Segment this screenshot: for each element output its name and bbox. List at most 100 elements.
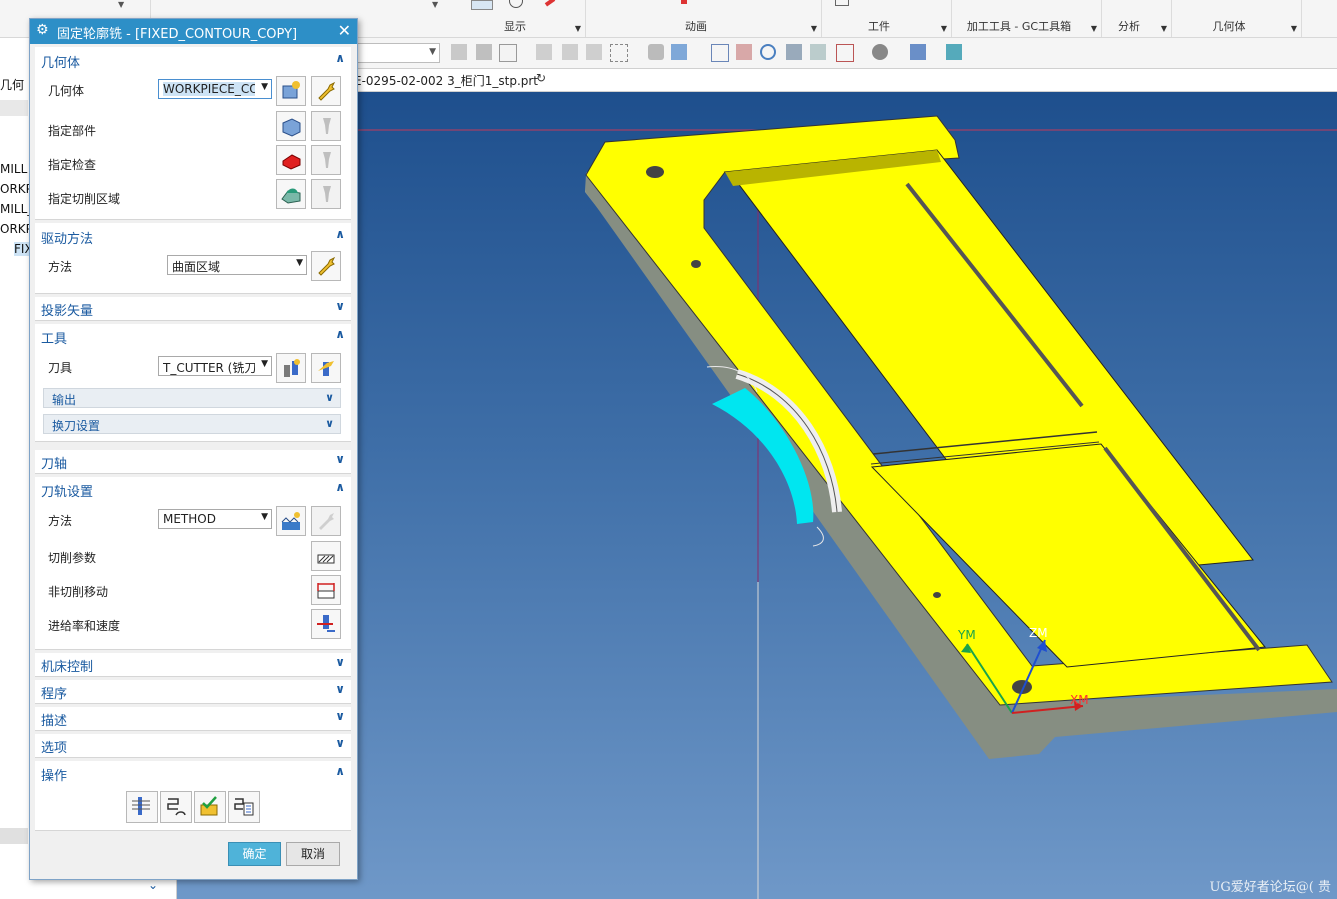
chevron-down-icon[interactable]: ∨ xyxy=(335,452,345,466)
rotate-icon[interactable] xyxy=(586,44,602,60)
section-header[interactable]: 刀轨设置 xyxy=(41,481,93,500)
cancel-button[interactable]: 取消 xyxy=(286,842,340,866)
chevron-down-icon[interactable]: ∨ xyxy=(325,417,334,430)
caret-icon[interactable]: ▼ xyxy=(1091,24,1097,33)
tool-select[interactable]: T_CUTTER (铣刀- ▼ xyxy=(158,356,272,376)
cube-icon[interactable] xyxy=(671,44,687,60)
ribbon-group-geometry[interactable]: 几何体 ▼ xyxy=(1171,0,1302,37)
subsection-tool-change[interactable]: 换刀设置 ∨ xyxy=(43,414,341,434)
caret-icon[interactable]: ▼ xyxy=(118,0,124,9)
new-geometry-button[interactable] xyxy=(276,76,306,106)
refresh-icon[interactable] xyxy=(760,44,776,60)
ribbon-group-gc-toolkit[interactable]: 加工工具 - GC工具箱 ▼ xyxy=(951,0,1102,37)
section-tool-axis[interactable]: 刀轴 ∨ xyxy=(35,450,351,474)
new-tool-button[interactable] xyxy=(276,353,306,383)
clock-icon[interactable] xyxy=(509,0,523,8)
chevron-down-icon[interactable]: ∨ xyxy=(325,391,334,404)
caret-icon[interactable]: ▼ xyxy=(811,24,817,33)
ribbon-group-analysis[interactable]: 分析 ▼ xyxy=(1101,0,1172,37)
chevron-down-icon[interactable]: ∨ xyxy=(335,299,345,313)
list-button[interactable] xyxy=(228,791,260,823)
view-cube-icon[interactable] xyxy=(910,44,926,60)
caret-icon[interactable]: ▼ xyxy=(432,0,438,9)
subsection-output[interactable]: 输出 ∨ xyxy=(43,388,341,408)
section-header[interactable]: 机床控制 xyxy=(41,656,93,675)
animation-icon[interactable] xyxy=(681,0,687,4)
show-cut-area-button[interactable] xyxy=(311,179,341,209)
feeds-speeds-button[interactable] xyxy=(311,609,341,639)
section-header[interactable]: 刀轴 xyxy=(41,453,67,472)
render-icon[interactable] xyxy=(872,44,888,60)
nav-scrollbar[interactable] xyxy=(0,828,28,844)
section-description[interactable]: 描述 ∨ xyxy=(35,707,351,731)
nav-row[interactable]: MILL xyxy=(0,162,27,176)
edit-method-button[interactable] xyxy=(311,506,341,536)
chevron-down-icon[interactable]: ⌄ xyxy=(148,878,158,892)
edit-geometry-button[interactable] xyxy=(311,76,341,106)
chevron-down-icon[interactable]: ∨ xyxy=(335,682,345,696)
snap-point-icon[interactable] xyxy=(476,44,492,60)
method-select[interactable]: METHOD ▼ xyxy=(158,509,272,529)
section-header[interactable]: 程序 xyxy=(41,683,67,702)
fit-icon[interactable] xyxy=(711,44,729,62)
chevron-up-icon[interactable]: ∧ xyxy=(335,227,345,241)
chevron-down-icon[interactable]: ∨ xyxy=(335,736,345,750)
selection-filter-dropdown[interactable]: ▼ xyxy=(350,43,440,63)
layer-icon[interactable] xyxy=(810,44,826,60)
chevron-up-icon[interactable]: ∧ xyxy=(335,480,345,494)
section-header[interactable]: 描述 xyxy=(41,710,67,729)
section-header[interactable]: 驱动方法 xyxy=(41,228,93,247)
grid-icon[interactable] xyxy=(836,44,854,62)
move-icon[interactable] xyxy=(536,44,552,60)
snap-icon[interactable] xyxy=(451,44,467,60)
caret-icon[interactable]: ▼ xyxy=(941,24,947,33)
section-header[interactable]: 选项 xyxy=(41,737,67,756)
cut-params-button[interactable] xyxy=(311,541,341,571)
box-select-icon[interactable] xyxy=(610,44,628,62)
specify-check-button[interactable] xyxy=(276,145,306,175)
show-part-button[interactable] xyxy=(311,111,341,141)
section-options[interactable]: 选项 ∨ xyxy=(35,734,351,758)
section-icon[interactable] xyxy=(946,44,962,60)
restore-icon[interactable]: ↻ xyxy=(536,71,546,85)
section-machine-control[interactable]: 机床控制 ∨ xyxy=(35,653,351,677)
chevron-down-icon[interactable]: ∨ xyxy=(335,709,345,723)
geometry-select[interactable]: WORKPIECE_CO ▼ xyxy=(158,79,272,99)
caret-icon[interactable]: ▼ xyxy=(1161,24,1167,33)
non-cut-moves-button[interactable] xyxy=(311,575,341,605)
ribbon-group-workpiece[interactable]: 工件 ▼ xyxy=(821,0,952,37)
edit-tool-button[interactable] xyxy=(311,353,341,383)
generate-button[interactable] xyxy=(126,791,158,823)
caret-icon[interactable]: ▼ xyxy=(575,24,581,33)
chevron-up-icon[interactable]: ∧ xyxy=(335,764,345,778)
chevron-up-icon[interactable]: ∧ xyxy=(335,327,345,341)
shaded-icon[interactable] xyxy=(648,44,664,60)
section-header[interactable]: 工具 xyxy=(41,328,67,347)
arrow-icon[interactable] xyxy=(544,0,556,7)
show-check-button[interactable] xyxy=(311,145,341,175)
replay-button[interactable] xyxy=(160,791,192,823)
verify-button[interactable] xyxy=(194,791,226,823)
section-header[interactable]: 几何体 xyxy=(41,52,80,71)
select-icon[interactable] xyxy=(499,44,517,62)
new-method-button[interactable] xyxy=(276,506,306,536)
dialog-title-bar[interactable]: ⚙ 固定轮廓铣 - [FIXED_CONTOUR_COPY] ✕ xyxy=(30,19,357,44)
transform-icon[interactable] xyxy=(562,44,578,60)
ok-button[interactable]: 确定 xyxy=(228,842,281,866)
section-header[interactable]: 操作 xyxy=(41,765,67,784)
drive-method-select[interactable]: 曲面区域 ▼ xyxy=(167,255,307,275)
specify-cut-area-button[interactable] xyxy=(276,179,306,209)
ribbon-group-animation[interactable]: 动画 ▼ xyxy=(585,0,822,37)
zoom-icon[interactable] xyxy=(736,44,752,60)
file-tab[interactable]: E-0295-02-002 3_柜门1_stp.prt xyxy=(354,72,538,89)
close-icon[interactable]: ✕ xyxy=(338,21,351,40)
workpiece-icon[interactable] xyxy=(835,0,849,6)
pan-icon[interactable] xyxy=(786,44,802,60)
display-icon[interactable] xyxy=(471,0,493,10)
section-header[interactable]: 投影矢量 xyxy=(41,300,93,319)
caret-icon[interactable]: ▼ xyxy=(1291,24,1297,33)
section-projection-vector[interactable]: 投影矢量 ∨ xyxy=(35,297,351,321)
ribbon-group-display[interactable]: 显示 ▼ xyxy=(459,0,586,37)
edit-drive-button[interactable] xyxy=(311,251,341,281)
specify-part-button[interactable] xyxy=(276,111,306,141)
